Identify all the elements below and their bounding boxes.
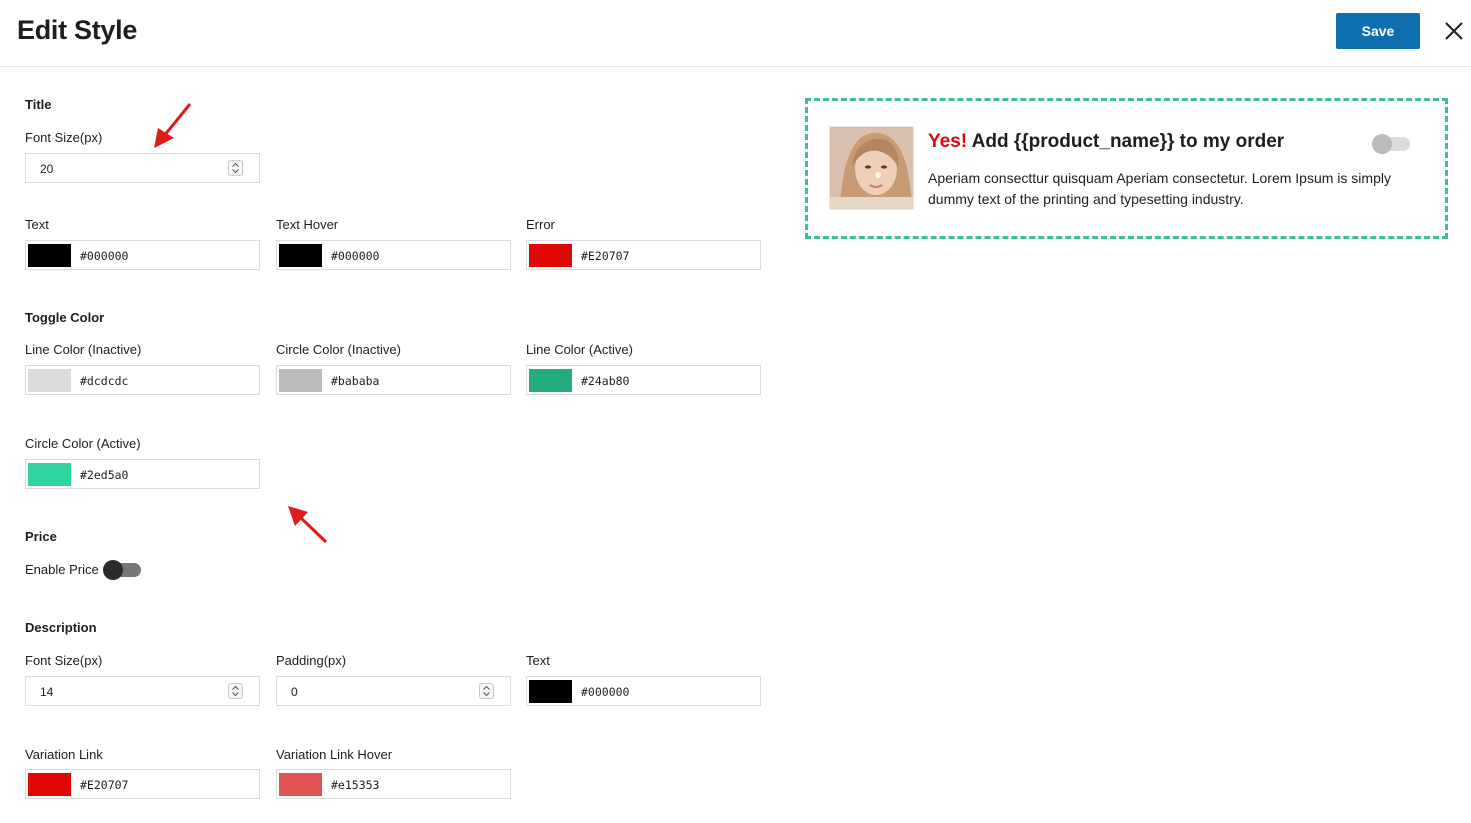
enable-price-label: Enable Price <box>25 562 99 577</box>
title-text-swatch[interactable] <box>28 244 71 267</box>
desc-font-size-stepper[interactable] <box>228 683 243 699</box>
title-section-heading: Title <box>25 97 52 112</box>
title-text-hover-label: Text Hover <box>276 217 339 232</box>
title-text-hex: #000000 <box>80 249 129 263</box>
circle-active-color-input[interactable]: #2ed5a0 <box>25 459 260 489</box>
variation-link-hex: #E20707 <box>80 778 129 792</box>
circle-inactive-swatch[interactable] <box>279 369 322 392</box>
modal-header: Edit Style Save <box>0 0 1471 67</box>
title-font-size-input[interactable]: 20 <box>25 153 260 183</box>
desc-font-size-value: 14 <box>40 685 54 699</box>
title-text-hover-swatch[interactable] <box>279 244 322 267</box>
title-error-label: Error <box>526 217 555 232</box>
close-icon <box>1445 22 1463 40</box>
stepper-arrows-icon <box>483 685 490 697</box>
variation-link-hover-hex: #e15353 <box>331 778 380 792</box>
stepper-arrows-icon <box>232 162 239 174</box>
preview-toggle[interactable] <box>1372 134 1410 154</box>
variation-link-hover-label: Variation Link Hover <box>276 747 393 762</box>
line-active-color-input[interactable]: #24ab80 <box>526 365 761 395</box>
preview-box: Yes! Add {{product_name}} to my order Ap… <box>805 98 1448 239</box>
desc-text-label: Text <box>526 653 550 668</box>
desc-text-swatch[interactable] <box>529 680 572 703</box>
title-font-size-stepper[interactable] <box>228 160 243 176</box>
description-section-heading: Description <box>25 620 97 635</box>
title-error-hex: #E20707 <box>581 249 630 263</box>
title-text-label: Text <box>25 217 49 232</box>
enable-price-toggle-knob <box>103 560 123 580</box>
annotation-arrow-icon <box>288 506 328 544</box>
annotation-arrow-icon <box>154 103 192 148</box>
product-image <box>829 126 914 210</box>
preview-title-yes: Yes! <box>928 131 968 152</box>
circle-active-hex: #2ed5a0 <box>80 468 129 482</box>
line-active-hex: #24ab80 <box>581 374 630 388</box>
desc-padding-stepper[interactable] <box>479 683 494 699</box>
stepper-arrows-icon <box>232 685 239 697</box>
desc-font-size-label: Font Size(px) <box>25 653 103 668</box>
preview-description: Aperiam consecttur quisquam Aperiam cons… <box>928 170 1391 207</box>
title-font-size-value: 20 <box>40 162 54 176</box>
variation-link-hover-color-input[interactable]: #e15353 <box>276 769 511 799</box>
price-section-heading: Price <box>25 529 57 544</box>
preview-toggle-knob <box>1372 134 1392 154</box>
desc-padding-input[interactable]: 0 <box>276 676 511 706</box>
title-error-swatch[interactable] <box>529 244 572 267</box>
line-inactive-label: Line Color (Inactive) <box>25 342 142 357</box>
title-text-hover-hex: #000000 <box>331 249 380 263</box>
page-title: Edit Style <box>17 15 138 45</box>
line-inactive-color-input[interactable]: #dcdcdc <box>25 365 260 395</box>
product-photo-icon <box>830 127 913 209</box>
save-button[interactable]: Save <box>1336 13 1420 49</box>
desc-text-hex: #000000 <box>581 685 630 699</box>
enable-price-toggle[interactable] <box>103 560 141 580</box>
circle-inactive-hex: #bababa <box>331 374 380 388</box>
close-button[interactable] <box>1442 19 1466 43</box>
circle-inactive-label: Circle Color (Inactive) <box>276 342 401 357</box>
circle-active-label: Circle Color (Active) <box>25 436 141 451</box>
variation-link-swatch[interactable] <box>28 773 71 796</box>
desc-font-size-input[interactable]: 14 <box>25 676 260 706</box>
circle-inactive-color-input[interactable]: #bababa <box>276 365 511 395</box>
preview-title: Yes! Add {{product_name}} to my order <box>928 131 1284 153</box>
circle-active-swatch[interactable] <box>28 463 71 486</box>
desc-padding-label: Padding(px) <box>276 653 347 668</box>
title-font-size-label: Font Size(px) <box>25 130 103 145</box>
variation-link-label: Variation Link <box>25 747 103 762</box>
toggle-section-heading: Toggle Color <box>25 310 105 325</box>
title-text-color-input[interactable]: #000000 <box>25 240 260 270</box>
line-active-label: Line Color (Active) <box>526 342 633 357</box>
variation-link-color-input[interactable]: #E20707 <box>25 769 260 799</box>
desc-text-color-input[interactable]: #000000 <box>526 676 761 706</box>
line-active-swatch[interactable] <box>529 369 572 392</box>
desc-padding-value: 0 <box>291 685 298 699</box>
variation-link-hover-swatch[interactable] <box>279 773 322 796</box>
line-inactive-swatch[interactable] <box>28 369 71 392</box>
preview-title-text: Add {{product_name}} to my order <box>967 131 1285 152</box>
title-error-color-input[interactable]: #E20707 <box>526 240 761 270</box>
title-text-hover-color-input[interactable]: #000000 <box>276 240 511 270</box>
line-inactive-hex: #dcdcdc <box>80 374 129 388</box>
